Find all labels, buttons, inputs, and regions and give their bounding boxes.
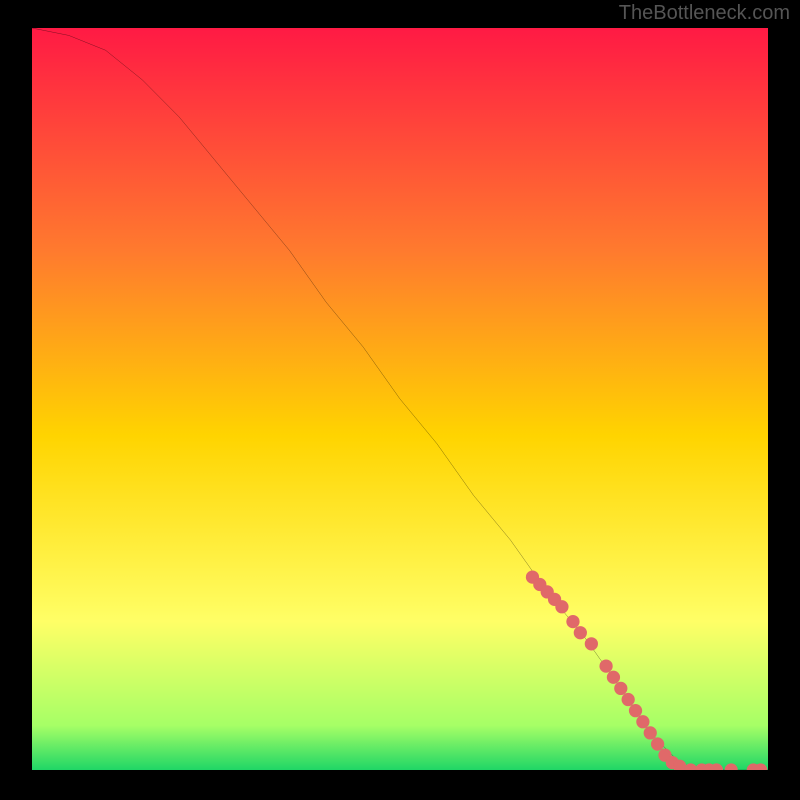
curve-marker [607, 671, 620, 684]
curve-marker [555, 600, 568, 613]
curve-marker [599, 659, 612, 672]
plot-area [32, 28, 768, 770]
curve-marker [585, 637, 598, 650]
curve-marker [574, 626, 587, 639]
curve-marker [644, 726, 657, 739]
curve-marker [636, 715, 649, 728]
chart-container: TheBottleneck.com [0, 0, 800, 800]
curve-marker [622, 693, 635, 706]
curve-marker [614, 682, 627, 695]
curve-marker [566, 615, 579, 628]
watermark-label: TheBottleneck.com [619, 2, 790, 25]
curve-marker [629, 704, 642, 717]
curve-marker [651, 737, 664, 750]
plot-svg [32, 28, 768, 770]
